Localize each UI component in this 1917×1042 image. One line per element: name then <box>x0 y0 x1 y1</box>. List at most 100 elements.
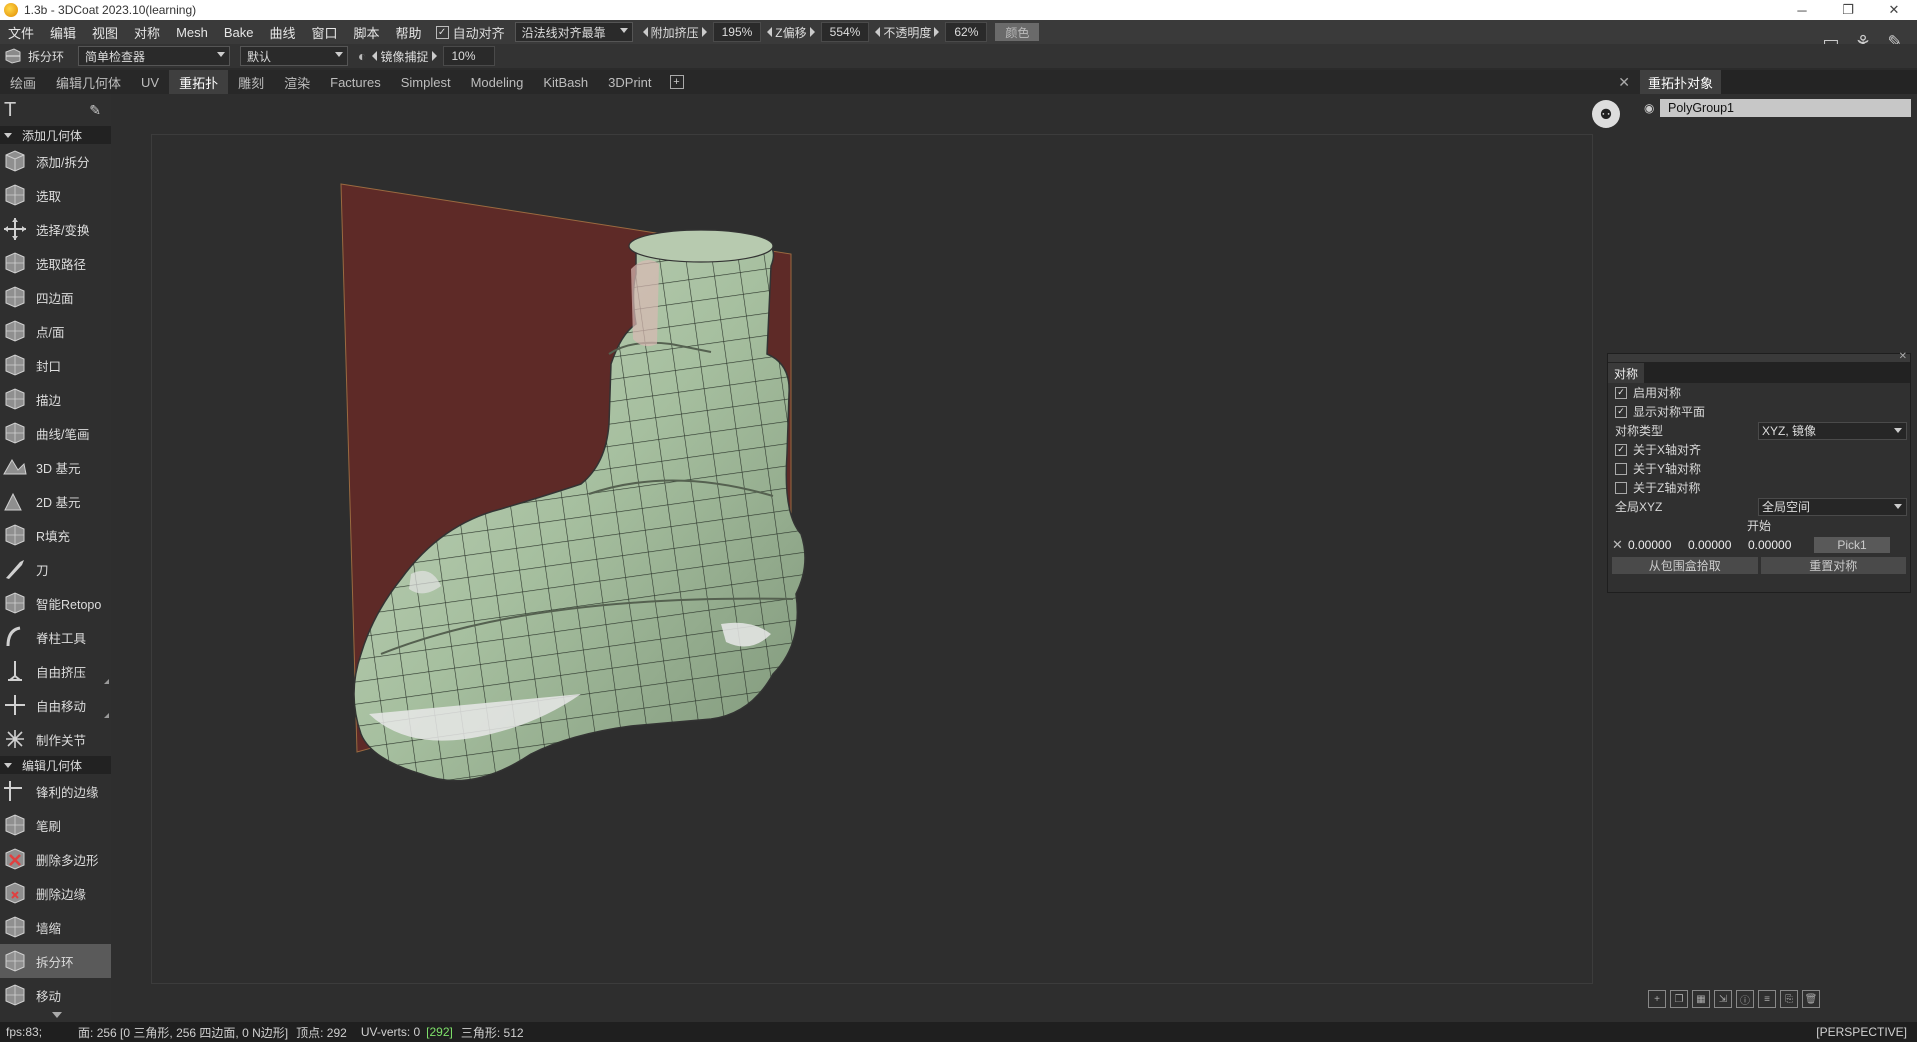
tab-sculpt[interactable]: 雕刻 <box>228 70 274 94</box>
menu-window[interactable]: 窗口 <box>304 23 346 42</box>
mirror-snap-spinner[interactable]: 镜像捕捉 <box>372 48 437 65</box>
tool-brush-cube[interactable]: 笔刷 <box>0 808 111 842</box>
tab-3dprint[interactable]: 3DPrint <box>598 70 661 94</box>
mirror-icon[interactable]: ◐ <box>358 48 366 64</box>
text-tool-icon[interactable]: T <box>4 99 16 122</box>
tab-uv[interactable]: UV <box>131 70 169 94</box>
grid-icon[interactable]: ▦ <box>1692 990 1710 1008</box>
origin-z-field[interactable]: 0.00000 <box>1748 537 1808 553</box>
show-plane-checkbox[interactable]: ✓ 显示对称平面 <box>1608 402 1910 421</box>
export-icon[interactable]: ⎘ <box>1780 990 1798 1008</box>
tab-simplest[interactable]: Simplest <box>391 70 461 94</box>
tool-sharp-edge[interactable]: 锋利的边缘 <box>0 774 111 808</box>
tool-fill[interactable]: R填充 <box>0 518 111 552</box>
tab-kitbash[interactable]: KitBash <box>533 70 598 94</box>
section-add-geometry[interactable]: 添加几何体 <box>0 126 111 144</box>
tool-select-cube[interactable]: 选取 <box>0 178 111 212</box>
origin-x-field[interactable]: 0.00000 <box>1628 537 1688 553</box>
tool-move-cube[interactable]: 移动 <box>0 978 111 1012</box>
pick-from-bbox-button[interactable]: 从包围盒拾取 <box>1612 557 1758 574</box>
minimize-button[interactable]: ─ <box>1779 0 1825 20</box>
scroll-down-icon[interactable] <box>52 1012 62 1018</box>
z-axis-checkbox[interactable]: 关于Z轴对称 <box>1608 478 1910 497</box>
duplicate-layer-icon[interactable]: ❐ <box>1670 990 1688 1008</box>
tool-delete-poly[interactable]: 删除多边形 <box>0 842 111 876</box>
menu-edit[interactable]: 编辑 <box>42 23 84 42</box>
tab-modeling[interactable]: Modeling <box>461 70 534 94</box>
tool-delete-edge[interactable]: 删除边缘 <box>0 876 111 910</box>
viewport[interactable]: ⚉ <box>111 94 1640 1022</box>
align-mode-dropdown[interactable]: 沿法线对齐最靠 <box>514 22 633 42</box>
menu-symmetry[interactable]: 对称 <box>126 23 168 42</box>
tool-cube[interactable]: 添加/拆分 <box>0 144 111 178</box>
tool-joint[interactable]: 制作关节 <box>0 722 111 756</box>
tool-quad[interactable]: 四边面 <box>0 280 111 314</box>
opacity-spinner[interactable]: 不透明度 <box>875 24 940 41</box>
tool-move-arrows[interactable]: 选择/变换 <box>0 212 111 246</box>
tool-split-ring[interactable]: 拆分环 <box>0 944 111 978</box>
maximize-button[interactable]: ❐ <box>1825 0 1871 20</box>
tool-free-move[interactable]: 自由移动 <box>0 688 111 722</box>
polygroup-row[interactable]: ◉ PolyGroup1 <box>1644 98 1911 118</box>
x-axis-checkbox[interactable]: ✓ 关于X轴对齐 <box>1608 440 1910 459</box>
menu-mesh[interactable]: Mesh <box>168 25 216 40</box>
tab-factures[interactable]: Factures <box>320 70 391 94</box>
add-layer-icon[interactable]: + <box>1648 990 1666 1008</box>
info-icon[interactable]: ⓘ <box>1736 990 1754 1008</box>
tool-shrink[interactable]: 墙缩 <box>0 910 111 944</box>
auto-align-checkbox[interactable]: ✓ 自动对齐 <box>435 23 505 42</box>
tool-knife[interactable]: 刀 <box>0 552 111 586</box>
preset-dropdown[interactable]: 默认 <box>240 46 349 66</box>
extrude-spinner[interactable]: 附加挤压 <box>642 24 707 41</box>
y-axis-checkbox[interactable]: 关于Y轴对称 <box>1608 459 1910 478</box>
trash-icon[interactable]: 🗑 <box>1802 990 1820 1008</box>
zoffset-spinner[interactable]: Z偏移 <box>767 24 815 41</box>
tool-curve[interactable]: 曲线/笔画 <box>0 416 111 450</box>
tool-path[interactable]: 选取路径 <box>0 246 111 280</box>
origin-y-field[interactable]: 0.00000 <box>1688 537 1748 553</box>
tool-primitive-2d[interactable]: 2D 基元 <box>0 484 111 518</box>
opacity-value[interactable]: 62% <box>945 22 988 42</box>
tool-stroke[interactable]: 描边 <box>0 382 111 416</box>
clear-icon[interactable]: ✕ <box>1612 537 1628 553</box>
tool-extrude[interactable]: 自由挤压 <box>0 654 111 688</box>
close-icon[interactable]: ✕ <box>1899 351 1907 362</box>
visibility-eye-icon[interactable]: ◉ <box>1644 101 1660 115</box>
tool-spine[interactable]: 脊柱工具 <box>0 620 111 654</box>
tool-primitive-3d[interactable]: 3D 基元 <box>0 450 111 484</box>
menu-scripts[interactable]: 脚本 <box>346 23 388 42</box>
space-dropdown[interactable]: 全局空间 <box>1758 497 1907 516</box>
menu-view[interactable]: 视图 <box>84 23 126 42</box>
reset-symmetry-button[interactable]: 重置对称 <box>1760 557 1906 574</box>
menu-curves[interactable]: 曲线 <box>262 23 304 42</box>
pencil-icon[interactable]: ✎ <box>89 102 101 119</box>
list-icon[interactable]: ≡ <box>1758 990 1776 1008</box>
checker-dropdown[interactable]: 简单检查器 <box>78 46 231 66</box>
tab-retopo[interactable]: 重拓扑 <box>169 70 229 94</box>
zoffset-value[interactable]: 554% <box>820 22 870 42</box>
pick-button[interactable]: Pick1 <box>1814 537 1890 553</box>
tab-retopo-objects[interactable]: 重拓扑对象 <box>1640 70 1722 94</box>
merge-icon[interactable]: ⇲ <box>1714 990 1732 1008</box>
symmetry-tab[interactable]: 对称 <box>1608 363 1645 383</box>
tool-smart-retopo[interactable]: 智能Retopo <box>0 586 111 620</box>
menu-bake[interactable]: Bake <box>216 25 262 40</box>
symmetry-type-dropdown[interactable]: XYZ, 镜像 <box>1758 421 1907 440</box>
close-window-button[interactable]: ✕ <box>1871 0 1917 20</box>
section-edit-geometry[interactable]: 编辑几何体 <box>0 756 111 774</box>
mirror-snap-value[interactable]: 10% <box>442 46 495 66</box>
dialog-grip[interactable]: ✕ <box>1608 351 1910 363</box>
tab-edit-geometry[interactable]: 编辑几何体 <box>46 70 131 94</box>
mesh-scene[interactable] <box>111 94 1640 1022</box>
enable-symmetry-checkbox[interactable]: ✓ 启用对称 <box>1608 383 1910 402</box>
polygroup-name[interactable]: PolyGroup1 <box>1660 99 1911 117</box>
tab-render[interactable]: 渲染 <box>274 70 320 94</box>
close-icon[interactable]: ✕ <box>1618 74 1630 91</box>
menu-help[interactable]: 帮助 <box>388 23 430 42</box>
menu-file[interactable]: 文件 <box>0 23 42 42</box>
tool-cap[interactable]: 封口 <box>0 348 111 382</box>
tab-paint[interactable]: 绘画 <box>0 70 46 94</box>
add-tab-icon[interactable]: + <box>669 75 684 89</box>
tool-point-face[interactable]: 点/面 <box>0 314 111 348</box>
color-button[interactable]: 颜色 <box>995 23 1040 41</box>
